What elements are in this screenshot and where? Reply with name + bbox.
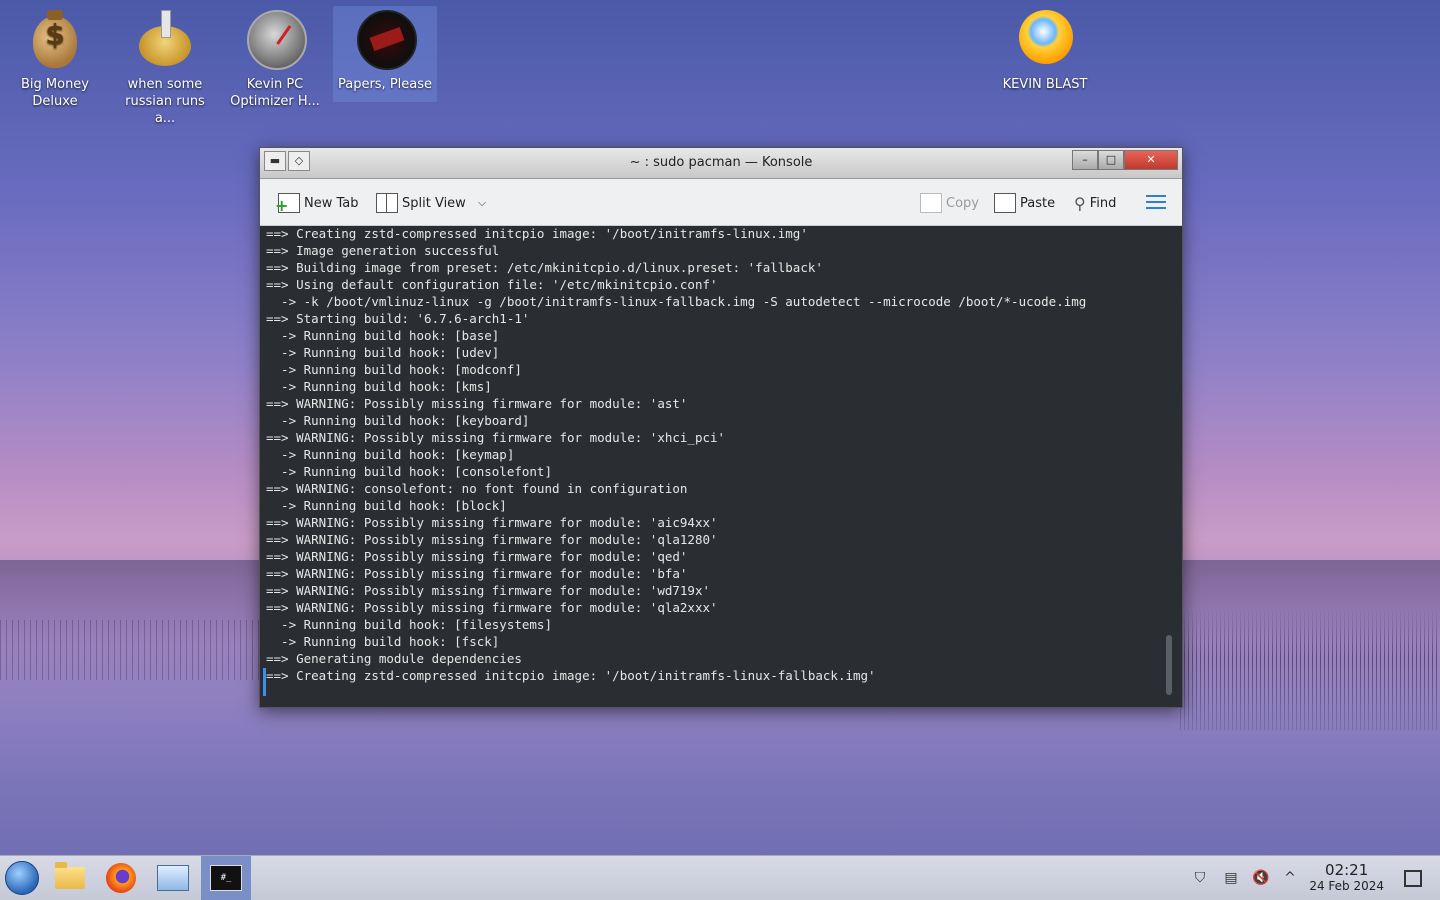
paste-icon: [994, 193, 1016, 213]
wallpaper-reeds-left: [0, 620, 260, 680]
split-view-button[interactable]: Split View ⌵: [376, 192, 486, 214]
scrollbar-thumb[interactable]: [1166, 635, 1172, 695]
terminal-line: ==> WARNING: Possibly missing firmware f…: [266, 566, 688, 581]
desktop-icon-russian-runs[interactable]: when some russian runs a...: [113, 6, 217, 127]
minimize-button[interactable]: –: [1072, 150, 1098, 170]
search-icon: ⚲: [1074, 193, 1086, 213]
terminal-line: ==> WARNING: Possibly missing firmware f…: [266, 430, 726, 445]
terminal-line: ==> Image generation successful: [266, 243, 500, 258]
copy-icon: [920, 193, 942, 213]
taskbar-konsole[interactable]: #_: [201, 856, 251, 900]
desktop-icon-label: Kevin PC Optimizer H...: [230, 77, 320, 109]
konsole-icon: #_: [210, 865, 242, 891]
terminal-line: -> Running build hook: [block]: [266, 498, 507, 513]
desktop-icon-label: Papers, Please: [337, 77, 433, 92]
money-bag-icon: $: [23, 8, 87, 72]
wallpaper-reeds-right: [1180, 610, 1440, 730]
terminal-marker: [263, 668, 266, 696]
terminal-output[interactable]: ==> Creating zstd-compressed initcpio im…: [266, 225, 1166, 699]
terminal-line: -> Running build hook: [keyboard]: [266, 413, 530, 428]
terminal-line: -> Running build hook: [modconf]: [266, 362, 522, 377]
desktop-icon-papers-please[interactable]: Papers, Please: [333, 6, 437, 102]
chevron-down-icon[interactable]: ⌵: [478, 196, 486, 210]
desktop-icon-label: when some russian runs a...: [125, 77, 205, 126]
terminal-line: ==> Building image from preset: /etc/mki…: [266, 260, 823, 275]
terminal-line: ==> Using default configuration file: '/…: [266, 277, 718, 292]
paste-button[interactable]: Paste: [994, 192, 1055, 214]
terminal-line: -> -k /boot/vmlinuz-linux -g /boot/initr…: [266, 294, 1087, 309]
terminal-line: ==> WARNING: consolefont: no font found …: [266, 481, 688, 496]
folder-icon: [55, 862, 85, 889]
clock-date: 24 Feb 2024: [1309, 879, 1384, 893]
papers-please-icon: [353, 8, 417, 72]
terminal-line: ==> WARNING: Possibly missing firmware f…: [266, 532, 718, 547]
terminal-line: ==> WARNING: Possibly missing firmware f…: [266, 396, 688, 411]
close-button[interactable]: ✕: [1124, 150, 1178, 170]
copy-label: Copy: [946, 195, 979, 211]
clock[interactable]: 02:21 24 Feb 2024: [1309, 861, 1384, 894]
desktop-icon-label: Big Money Deluxe: [20, 77, 89, 109]
terminal-scrollbar[interactable]: [1166, 225, 1172, 699]
maximize-button[interactable]: □: [1098, 150, 1124, 170]
terminal-line: -> Running build hook: [keymap]: [266, 447, 515, 462]
hamburger-menu-icon[interactable]: [1146, 195, 1166, 209]
taskbar-firefox[interactable]: [101, 860, 141, 896]
start-menu-icon: [5, 861, 39, 895]
new-tab-button[interactable]: New Tab: [275, 192, 359, 215]
taskbar-system-monitor[interactable]: [153, 860, 193, 896]
desktop-icon-big-money-deluxe[interactable]: $ Big Money Deluxe: [3, 6, 107, 110]
clock-time: 02:21: [1325, 861, 1369, 879]
terminal-line: -> Running build hook: [fsck]: [266, 634, 500, 649]
show-desktop-icon[interactable]: [1404, 870, 1422, 887]
terminal-line: -> Running build hook: [kms]: [266, 379, 492, 394]
copy-button[interactable]: Copy: [920, 192, 979, 214]
terminal-line: -> Running build hook: [filesystems]: [266, 617, 552, 632]
terminal-line: ==> WARNING: Possibly missing firmware f…: [266, 549, 688, 564]
find-button[interactable]: ⚲ Find: [1074, 192, 1116, 214]
terminal-line: -> Running build hook: [base]: [266, 328, 500, 343]
terminal-line: ==> Creating zstd-compressed initcpio im…: [266, 668, 876, 683]
new-tab-icon: [275, 193, 300, 215]
konsole-toolbar: New Tab Split View ⌵ Copy Paste ⚲ Find: [260, 179, 1182, 226]
system-monitor-icon: [157, 865, 189, 891]
new-tab-label: New Tab: [304, 195, 359, 211]
terminal-line: -> Running build hook: [udev]: [266, 345, 500, 360]
gauge-icon: [243, 8, 307, 72]
window-titlebar[interactable]: ▬ ◇ ~ : sudo pacman — Konsole – □ ✕: [260, 148, 1182, 179]
desktop-icon-kevin-pc-optimizer[interactable]: Kevin PC Optimizer H...: [223, 6, 327, 110]
paste-label: Paste: [1020, 195, 1056, 211]
terminal-line: ==> WARNING: Possibly missing firmware f…: [266, 600, 718, 615]
terminal-line: ==> Starting build: '6.7.6-arch1-1': [266, 311, 530, 326]
sun-globe-icon: [1013, 8, 1077, 72]
taskbar-files[interactable]: [50, 860, 90, 896]
split-view-label: Split View: [402, 195, 466, 211]
konsole-window[interactable]: ▬ ◇ ~ : sudo pacman — Konsole – □ ✕ New …: [259, 147, 1183, 708]
window-title: ~ : sudo pacman — Konsole: [629, 155, 813, 170]
find-label: Find: [1089, 195, 1117, 211]
tray-expand-icon[interactable]: ^: [1280, 868, 1300, 888]
terminal-line: ==> WARNING: Possibly missing firmware f…: [266, 515, 718, 530]
terminal-line: ==> Creating zstd-compressed initcpio im…: [266, 226, 808, 241]
terminal-line: ==> WARNING: Possibly missing firmware f…: [266, 583, 711, 598]
taskbar: #_ ⛉ ▤ 🔇 ^ 02:21 24 Feb 2024: [0, 855, 1440, 900]
split-view-icon: [376, 193, 398, 213]
network-icon[interactable]: ⛉: [1190, 868, 1210, 888]
desktop-icon-kevin-blast[interactable]: KEVIN BLAST: [993, 6, 1097, 93]
desktop-icon-label: KEVIN BLAST: [1002, 77, 1088, 92]
clipboard-icon[interactable]: ▤: [1221, 868, 1241, 888]
start-menu-button[interactable]: [2, 860, 42, 896]
terminal-line: ==> Generating module dependencies: [266, 651, 522, 666]
volume-muted-icon[interactable]: 🔇: [1251, 868, 1271, 888]
terminal-line: -> Running build hook: [consolefont]: [266, 464, 552, 479]
firefox-icon: [106, 863, 136, 893]
gear-icon: [133, 8, 197, 72]
